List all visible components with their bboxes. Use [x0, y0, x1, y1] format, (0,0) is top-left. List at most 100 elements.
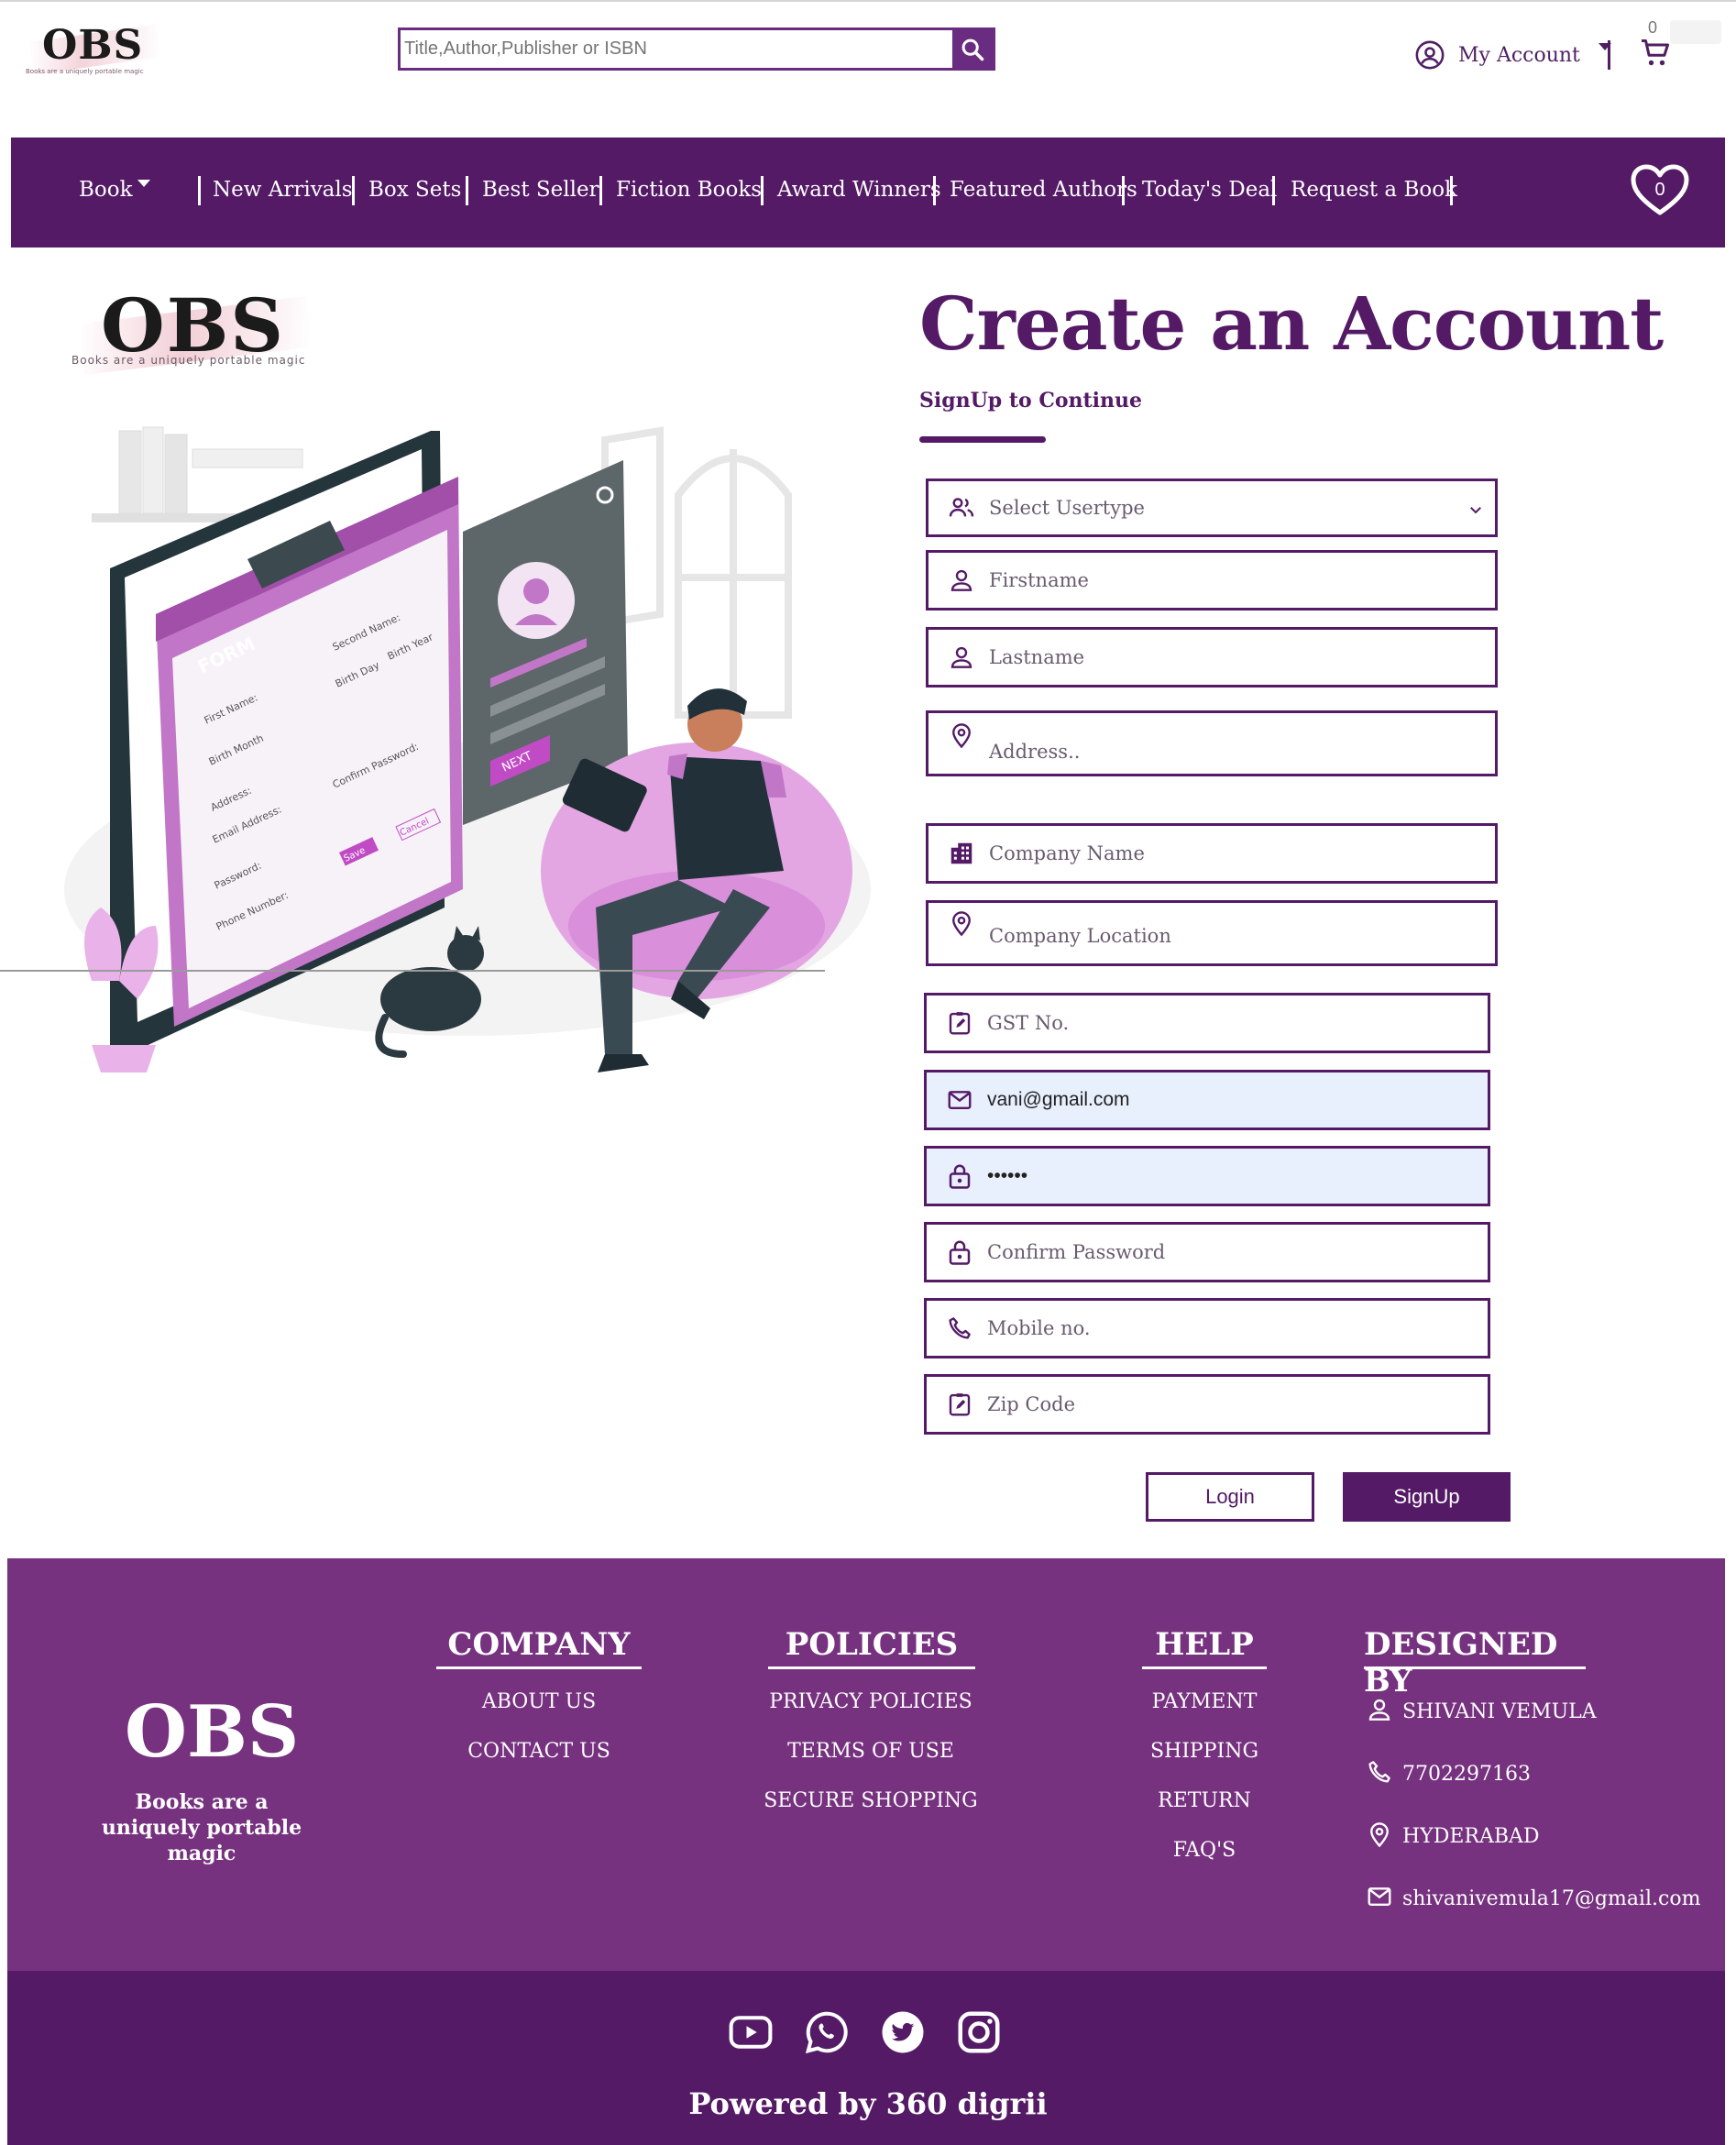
footer-tagline: Books are a uniquely portable magic — [101, 1790, 302, 1865]
footer-link-faqs[interactable]: FAQ'S — [1113, 1839, 1296, 1862]
chevron-down-icon[interactable] — [137, 180, 150, 187]
footer-rule — [768, 1666, 975, 1669]
nav-item-award-winners[interactable]: Award Winners — [777, 178, 941, 202]
firstname-field[interactable]: Firstname — [926, 550, 1498, 610]
usertype-select-label: Select Usertype — [989, 497, 1145, 519]
designer-city-row: HYDERABAD — [1366, 1820, 1540, 1848]
top-border — [0, 0, 1736, 2]
cart-count: 0 — [1648, 18, 1658, 37]
subtitle-underline — [919, 436, 1046, 443]
mobile-placeholder: Mobile no. — [987, 1317, 1091, 1339]
edit-clipboard-icon — [945, 1008, 974, 1038]
wishlist-count: 0 — [1654, 180, 1665, 200]
cart-icon — [1642, 39, 1669, 66]
footer-rule — [1364, 1666, 1586, 1669]
nav-item-book[interactable]: Book — [79, 178, 133, 202]
whatsapp-icon[interactable] — [802, 2008, 852, 2057]
location-pin-icon — [947, 720, 976, 750]
zip-field[interactable]: Zip Code — [924, 1374, 1490, 1435]
nav-item-featured-authors[interactable]: Featured Authors — [950, 178, 1137, 202]
footer-rule — [436, 1666, 642, 1669]
nav-item-box-sets[interactable]: Box Sets — [368, 178, 461, 202]
usertype-select[interactable]: Select Usertype — [926, 478, 1498, 537]
nav-separator — [933, 176, 936, 205]
nav-item-todays-deal[interactable]: Today's Deal — [1142, 178, 1277, 202]
phone-icon — [945, 1314, 974, 1343]
phone-icon — [1368, 1761, 1390, 1783]
footer-policies-title: POLICIES — [785, 1626, 959, 1663]
location-pin-icon — [947, 908, 976, 938]
person-icon — [1368, 1699, 1390, 1721]
nav-separator — [599, 176, 602, 205]
designer-phone[interactable]: 7702297163 — [1402, 1763, 1531, 1786]
email-value: vani@gmail.com — [987, 1089, 1130, 1110]
designer-email[interactable]: shivanivemula17@gmail.com — [1402, 1887, 1700, 1910]
search-input[interactable] — [401, 30, 954, 68]
page-subtitle: SignUp to Continue — [919, 389, 1143, 412]
password-value: •••••• — [987, 1165, 1028, 1186]
designer-phone-row: 7702297163 — [1366, 1758, 1531, 1786]
footer-help-title: HELP — [1155, 1626, 1254, 1663]
gst-placeholder: GST No. — [987, 1012, 1070, 1034]
company-name-placeholder: Company Name — [989, 842, 1145, 864]
instagram-icon[interactable] — [954, 2008, 1004, 2057]
my-account-label: My Account — [1458, 43, 1580, 67]
lastname-field[interactable]: Lastname — [926, 627, 1498, 688]
page-title: Create an Account — [919, 280, 1664, 367]
nav-separator — [1122, 176, 1125, 205]
nav-item-request-a-book[interactable]: Request a Book — [1291, 178, 1457, 202]
company-name-field[interactable]: Company Name — [926, 823, 1498, 884]
powered-by-text: Powered by 360 digrii — [688, 2086, 1048, 2121]
nav-separator — [1450, 176, 1453, 205]
nav-separator — [466, 176, 468, 205]
window-graphic — [601, 426, 792, 719]
horizontal-divider-line — [0, 970, 825, 972]
mail-icon — [945, 1085, 974, 1115]
cart-button[interactable] — [1639, 37, 1672, 70]
nav-item-new-arrivals[interactable]: New Arrivals — [213, 178, 353, 202]
gst-field[interactable]: GST No. — [924, 993, 1490, 1053]
lastname-placeholder: Lastname — [989, 646, 1085, 668]
address-placeholder: Address.. — [989, 741, 1081, 763]
address-textarea[interactable]: Address.. — [926, 710, 1498, 776]
twitter-icon[interactable] — [878, 2008, 928, 2057]
footer-link-contact-us[interactable]: CONTACT US — [436, 1740, 642, 1763]
nav-separator — [1272, 176, 1275, 205]
mail-icon — [1368, 1887, 1391, 1906]
footer-link-payment[interactable]: PAYMENT — [1113, 1690, 1296, 1713]
users-icon — [947, 493, 976, 522]
footer-link-about-us[interactable]: ABOUT US — [436, 1690, 642, 1713]
main-nav: Book New Arrivals Box Sets Best Seller F… — [11, 138, 1725, 248]
nav-item-best-seller[interactable]: Best Seller — [482, 178, 599, 202]
signup-illustration: FORM First Name: Second Name: Birth Mont… — [64, 426, 871, 1072]
footer-link-privacy-policies[interactable]: PRIVACY POLICIES — [733, 1690, 1008, 1713]
nav-separator — [198, 176, 201, 205]
confirm-password-field[interactable]: Confirm Password — [924, 1222, 1490, 1282]
footer-link-secure-shopping[interactable]: SECURE SHOPPING — [733, 1789, 1008, 1812]
footer-company-title: COMPANY — [447, 1626, 631, 1663]
designer-city: HYDERABAD — [1402, 1825, 1540, 1848]
footer-link-return[interactable]: RETURN — [1113, 1789, 1296, 1812]
password-field[interactable]: •••••• — [924, 1146, 1490, 1206]
footer-rule — [1142, 1666, 1267, 1669]
youtube-icon[interactable] — [726, 2008, 775, 2057]
footer-logo: OBS — [125, 1690, 300, 1774]
header-logo[interactable]: OBS Books are a uniquely portable magic — [20, 20, 161, 79]
my-account-menu[interactable]: My Account — [1414, 37, 1611, 73]
company-location-field[interactable]: Company Location — [926, 900, 1498, 966]
search-button[interactable] — [952, 30, 993, 68]
email-field[interactable]: vani@gmail.com — [924, 1070, 1490, 1130]
mobile-field[interactable]: Mobile no. — [924, 1298, 1490, 1358]
footer-link-shipping[interactable]: SHIPPING — [1113, 1740, 1296, 1763]
person-icon — [947, 643, 976, 672]
signup-button[interactable]: SignUp — [1343, 1472, 1511, 1522]
designer-name: SHIVANI VEMULA — [1402, 1700, 1597, 1723]
lock-icon — [945, 1238, 974, 1267]
zip-placeholder: Zip Code — [987, 1393, 1076, 1415]
building-icon — [947, 839, 976, 868]
nav-item-fiction-books[interactable]: Fiction Books — [616, 178, 762, 202]
cart-blur — [1670, 20, 1721, 44]
header-divider — [1608, 40, 1610, 70]
login-button[interactable]: Login — [1146, 1472, 1314, 1522]
footer-link-terms-of-use[interactable]: TERMS OF USE — [733, 1740, 1008, 1763]
